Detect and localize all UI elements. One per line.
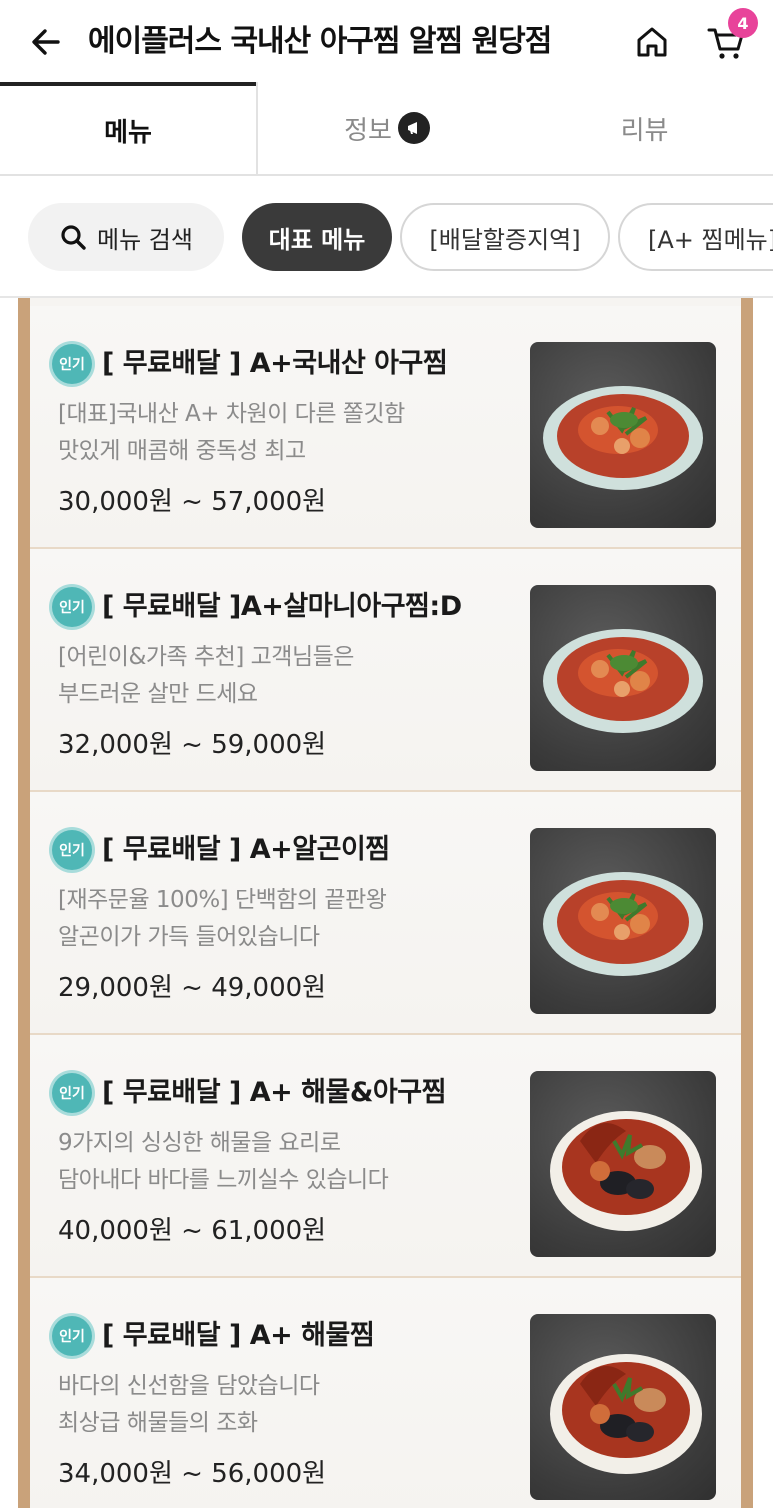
menu-item[interactable]: 인기 [ 무료배달 ] A+알곤이찜 [재주문율 100%] 단백함의 끝판왕 … (30, 792, 741, 1035)
tab-review-label: 리뷰 (620, 115, 669, 146)
menu-item-desc-line: 담아내다 바다를 느끼실수 있습니다 (58, 1167, 389, 1193)
chip-delivery-surcharge[interactable]: [배달할증지역] (400, 203, 610, 271)
menu-item-desc-line: 바다의 신선함을 담았습니다 (58, 1373, 320, 1399)
menu-item-price: 32,000원 ~ 59,000원 (58, 730, 327, 760)
arrow-left-icon (32, 29, 60, 55)
menu-search-chip[interactable]: 메뉴 검색 (28, 203, 224, 271)
menu-item-photo (530, 585, 716, 771)
menu-item-desc-line: 알곤이가 가득 들어있습니다 (58, 924, 320, 950)
menu-item-name: [ 무료배달 ] A+국내산 아구찜 (102, 348, 448, 379)
menu-item-price: 40,000원 ~ 61,000원 (58, 1216, 327, 1246)
menu-item[interactable]: 인기 [ 무료배달 ] A+ 해물찜 바다의 신선함을 담았습니다 최상급 해물… (30, 1278, 741, 1508)
tab-menu-label: 메뉴 (104, 117, 152, 148)
menu-item-name: [ 무료배달 ] A+알곤이찜 (102, 834, 390, 865)
chip-steamed-menu[interactable]: [A+ 찜메뉴] (618, 203, 773, 271)
menu-item-photo (530, 1071, 716, 1257)
category-chip-bar: 메뉴 검색 대표 메뉴 [배달할증지역] [A+ 찜메뉴] (0, 178, 773, 298)
menu-item-name: [ 무료배달 ]A+살마니아구찜:D (102, 591, 462, 622)
tab-info[interactable]: 정보 (258, 82, 516, 174)
menu-item-desc-line: 부드러운 살만 드세요 (58, 681, 258, 707)
menu-item-description: 바다의 신선함을 담았습니다 최상급 해물들의 조화 (58, 1368, 518, 1442)
home-button[interactable] (628, 18, 676, 66)
store-tabs: 메뉴 정보 리뷰 (0, 82, 773, 176)
menu-item-photo (530, 342, 716, 528)
menu-item-desc-line: 9가지의 싱싱한 해물을 요리로 (58, 1130, 341, 1156)
menu-list: 인기 [ 무료배달 ] A+국내산 아구찜 [대표]국내산 A+ 차원이 다른 … (18, 298, 753, 1508)
popular-badge: 인기 (52, 1073, 92, 1113)
menu-item-description: [어린이&가족 추천] 고객님들은 부드러운 살만 드세요 (58, 639, 518, 713)
store-title: 에이플러스 국내산 아구찜 알찜 원당점 (88, 24, 552, 59)
popular-badge: 인기 (52, 830, 92, 870)
menu-item[interactable]: 인기 [ 무료배달 ] A+국내산 아구찜 [대표]국내산 A+ 차원이 다른 … (30, 306, 741, 549)
megaphone-icon (397, 112, 430, 144)
menu-item-description: [대표]국내산 A+ 차원이 다른 쫄깃함 맛있게 매콤해 중독성 최고 (58, 396, 518, 470)
menu-item-desc-line: [어린이&가족 추천] 고객님들은 (58, 644, 354, 670)
tab-review[interactable]: 리뷰 (516, 82, 773, 174)
menu-item-photo (530, 828, 716, 1014)
menu-item-name: [ 무료배달 ] A+ 해물&아구찜 (102, 1077, 446, 1108)
popular-badge: 인기 (52, 587, 92, 627)
cart-count-badge: 4 (728, 8, 758, 38)
menu-item-desc-line: 최상급 해물들의 조화 (58, 1410, 258, 1436)
top-bar: 에이플러스 국내산 아구찜 알찜 원당점 4 (0, 0, 773, 84)
back-button[interactable] (22, 18, 70, 66)
menu-item-desc-line: 맛있게 매콤해 중독성 최고 (58, 438, 306, 464)
menu-item-desc-line: [재주문율 100%] 단백함의 끝판왕 (58, 887, 387, 913)
menu-item-name: [ 무료배달 ] A+ 해물찜 (102, 1320, 375, 1351)
menu-item-price: 34,000원 ~ 56,000원 (58, 1459, 327, 1489)
menu-item-description: [재주문율 100%] 단백함의 끝판왕 알곤이가 가득 들어있습니다 (58, 882, 518, 956)
home-icon (637, 27, 667, 57)
menu-item-desc-line: [대표]국내산 A+ 차원이 다른 쫄깃함 (58, 401, 405, 427)
menu-item[interactable]: 인기 [ 무료배달 ]A+살마니아구찜:D [어린이&가족 추천] 고객님들은 … (30, 549, 741, 792)
popular-badge: 인기 (52, 1316, 92, 1356)
menu-item-photo (530, 1314, 716, 1500)
popular-badge: 인기 (52, 344, 92, 384)
tab-info-label: 정보 (344, 115, 392, 146)
menu-item-description: 9가지의 싱싱한 해물을 요리로 담아내다 바다를 느끼실수 있습니다 (58, 1125, 518, 1199)
menu-item-price: 29,000원 ~ 49,000원 (58, 973, 327, 1003)
menu-search-label: 메뉴 검색 (97, 225, 193, 254)
menu-item-price: 30,000원 ~ 57,000원 (58, 487, 327, 517)
menu-item[interactable]: 인기 [ 무료배달 ] A+ 해물&아구찜 9가지의 싱싱한 해물을 요리로 담… (30, 1035, 741, 1278)
chip-signature-menu[interactable]: 대표 메뉴 (242, 203, 392, 271)
search-icon (61, 225, 86, 250)
tab-menu[interactable]: 메뉴 (0, 82, 256, 174)
